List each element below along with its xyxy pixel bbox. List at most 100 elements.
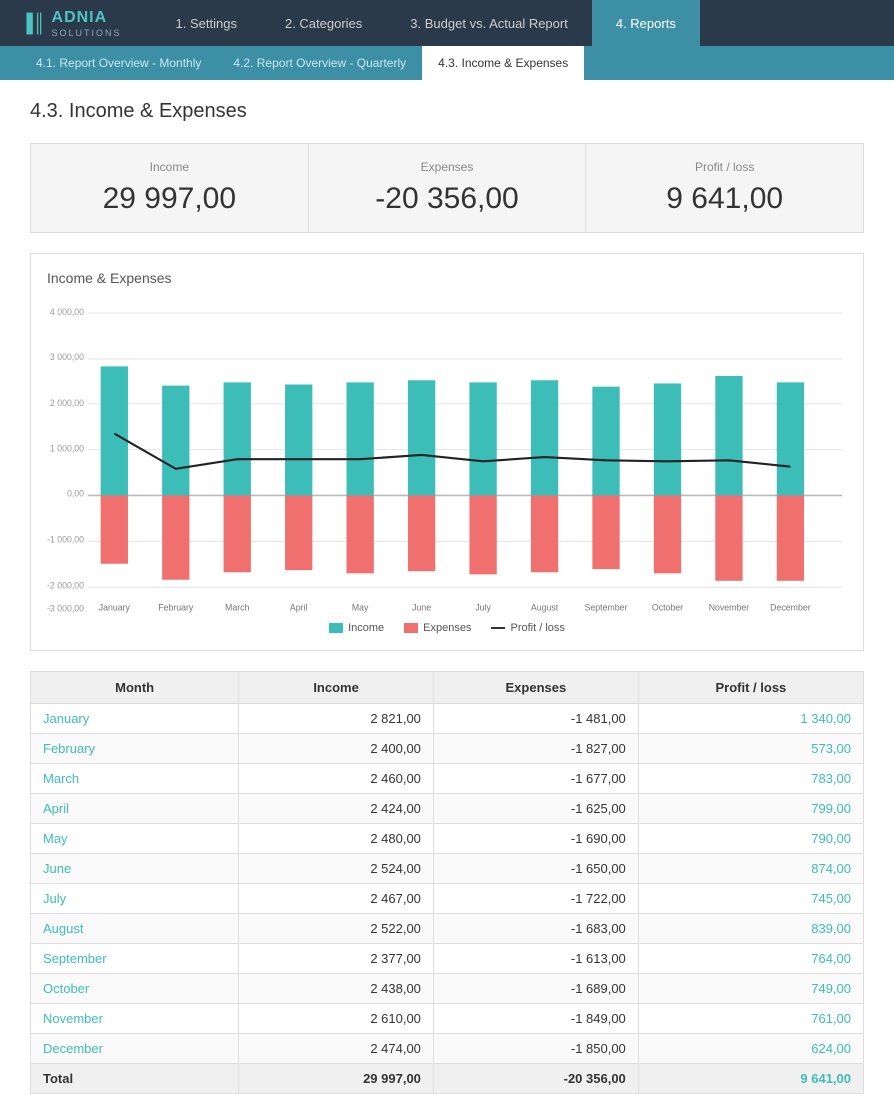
bar-expense-may bbox=[347, 495, 374, 573]
logo-icon: ▐║ bbox=[20, 13, 46, 34]
bar-expense-sep bbox=[592, 495, 619, 569]
subnav-income-expenses[interactable]: 4.3. Income & Expenses bbox=[422, 46, 584, 80]
cell-expenses: -1 481,00 bbox=[433, 704, 638, 734]
chart-legend: Income Expenses Profit / loss bbox=[47, 622, 847, 634]
cell-month: December bbox=[31, 1034, 239, 1064]
expenses-value: -20 356,00 bbox=[329, 182, 566, 216]
cell-income: 2 610,00 bbox=[239, 1004, 434, 1034]
sub-nav: 4.1. Report Overview - Monthly 4.2. Repo… bbox=[0, 46, 894, 80]
cell-profit: 764,00 bbox=[638, 944, 863, 974]
table-row: January 2 821,00 -1 481,00 1 340,00 bbox=[31, 704, 864, 734]
cell-expenses: -1 689,00 bbox=[433, 974, 638, 1004]
bar-expense-nov bbox=[715, 495, 742, 580]
col-header-income: Income bbox=[239, 672, 434, 704]
cell-expenses: -1 677,00 bbox=[433, 764, 638, 794]
bar-income-nov bbox=[715, 376, 742, 495]
cell-income: 2 524,00 bbox=[239, 854, 434, 884]
cell-month: August bbox=[31, 914, 239, 944]
expenses-card: Expenses -20 356,00 bbox=[309, 144, 587, 232]
income-label: Income bbox=[51, 160, 288, 174]
summary-cards: Income 29 997,00 Expenses -20 356,00 Pro… bbox=[30, 143, 864, 233]
svg-text:December: December bbox=[770, 602, 810, 612]
nav-item-budget[interactable]: 3. Budget vs. Actual Report bbox=[386, 0, 592, 46]
table-row: November 2 610,00 -1 849,00 761,00 bbox=[31, 1004, 864, 1034]
cell-income: 2 424,00 bbox=[239, 794, 434, 824]
svg-text:February: February bbox=[158, 602, 193, 612]
legend-income-label: Income bbox=[348, 622, 384, 634]
nav-item-categories[interactable]: 2. Categories bbox=[261, 0, 386, 46]
chart-container: 4 000,00 3 000,00 2 000,00 1 000,00 0,00… bbox=[47, 296, 847, 616]
cell-month: November bbox=[31, 1004, 239, 1034]
cell-profit: 573,00 bbox=[638, 734, 863, 764]
svg-text:1 000,00: 1 000,00 bbox=[50, 443, 84, 453]
nav-item-reports[interactable]: 4. Reports bbox=[592, 0, 700, 46]
cell-expenses: -1 613,00 bbox=[433, 944, 638, 974]
cell-expenses: -1 850,00 bbox=[433, 1034, 638, 1064]
cell-month: July bbox=[31, 884, 239, 914]
table-row: June 2 524,00 -1 650,00 874,00 bbox=[31, 854, 864, 884]
svg-text:3 000,00: 3 000,00 bbox=[50, 352, 84, 362]
subnav-monthly[interactable]: 4.1. Report Overview - Monthly bbox=[20, 46, 217, 80]
legend-expenses: Expenses bbox=[404, 622, 471, 634]
svg-text:January: January bbox=[99, 602, 131, 612]
table-row: May 2 480,00 -1 690,00 790,00 bbox=[31, 824, 864, 854]
cell-profit: 874,00 bbox=[638, 854, 863, 884]
svg-text:0,00: 0,00 bbox=[67, 488, 84, 498]
top-header: ▐║ ADNIA SOLUTIONS 1. Settings 2. Catego… bbox=[0, 0, 894, 46]
bar-expense-mar bbox=[224, 495, 251, 572]
cell-profit: 799,00 bbox=[638, 794, 863, 824]
cell-income: 2 377,00 bbox=[239, 944, 434, 974]
table-row: August 2 522,00 -1 683,00 839,00 bbox=[31, 914, 864, 944]
svg-text:November: November bbox=[709, 602, 749, 612]
cell-profit: 790,00 bbox=[638, 824, 863, 854]
svg-text:July: July bbox=[475, 602, 491, 612]
cell-month: January bbox=[31, 704, 239, 734]
top-nav: 1. Settings 2. Categories 3. Budget vs. … bbox=[152, 0, 874, 46]
bar-expense-oct bbox=[654, 495, 681, 573]
chart-section: Income & Expenses 4 000,00 3 000,00 2 00… bbox=[30, 253, 864, 651]
bar-income-aug bbox=[531, 380, 558, 495]
cell-income: 2 467,00 bbox=[239, 884, 434, 914]
bar-income-jan bbox=[101, 366, 128, 495]
cell-profit: 761,00 bbox=[638, 1004, 863, 1034]
logo-sub: SOLUTIONS bbox=[52, 28, 122, 38]
total-expenses: -20 356,00 bbox=[433, 1064, 638, 1094]
expenses-label: Expenses bbox=[329, 160, 566, 174]
col-header-profit: Profit / loss bbox=[638, 672, 863, 704]
cell-income: 2 460,00 bbox=[239, 764, 434, 794]
income-card: Income 29 997,00 bbox=[31, 144, 309, 232]
bar-income-mar bbox=[224, 382, 251, 495]
cell-expenses: -1 683,00 bbox=[433, 914, 638, 944]
svg-text:August: August bbox=[531, 602, 559, 612]
table-row: October 2 438,00 -1 689,00 749,00 bbox=[31, 974, 864, 1004]
cell-income: 2 438,00 bbox=[239, 974, 434, 1004]
page-content: 4.3. Income & Expenses Income 29 997,00 … bbox=[0, 80, 894, 1114]
nav-item-settings[interactable]: 1. Settings bbox=[152, 0, 261, 46]
bar-income-feb bbox=[162, 386, 189, 496]
bar-income-sep bbox=[592, 387, 619, 496]
bar-income-oct bbox=[654, 383, 681, 495]
chart-svg: 4 000,00 3 000,00 2 000,00 1 000,00 0,00… bbox=[47, 296, 847, 616]
bar-expense-feb bbox=[162, 495, 189, 579]
cell-income: 2 400,00 bbox=[239, 734, 434, 764]
col-header-expenses: Expenses bbox=[433, 672, 638, 704]
profit-card: Profit / loss 9 641,00 bbox=[586, 144, 863, 232]
cell-profit: 745,00 bbox=[638, 884, 863, 914]
cell-income: 2 480,00 bbox=[239, 824, 434, 854]
bar-income-jul bbox=[469, 382, 496, 495]
subnav-quarterly[interactable]: 4.2. Report Overview - Quarterly bbox=[217, 46, 422, 80]
svg-text:-3 000,00: -3 000,00 bbox=[47, 603, 84, 613]
cell-income: 2 522,00 bbox=[239, 914, 434, 944]
cell-expenses: -1 690,00 bbox=[433, 824, 638, 854]
logo-area: ▐║ ADNIA SOLUTIONS bbox=[20, 9, 122, 38]
bar-income-may bbox=[347, 382, 374, 495]
cell-expenses: -1 722,00 bbox=[433, 884, 638, 914]
svg-text:2 000,00: 2 000,00 bbox=[50, 398, 84, 408]
profit-line bbox=[114, 434, 790, 469]
cell-expenses: -1 625,00 bbox=[433, 794, 638, 824]
total-profit: 9 641,00 bbox=[638, 1064, 863, 1094]
table-row: March 2 460,00 -1 677,00 783,00 bbox=[31, 764, 864, 794]
cell-profit: 1 340,00 bbox=[638, 704, 863, 734]
legend-expenses-label: Expenses bbox=[423, 622, 471, 634]
page-title: 4.3. Income & Expenses bbox=[30, 100, 864, 123]
